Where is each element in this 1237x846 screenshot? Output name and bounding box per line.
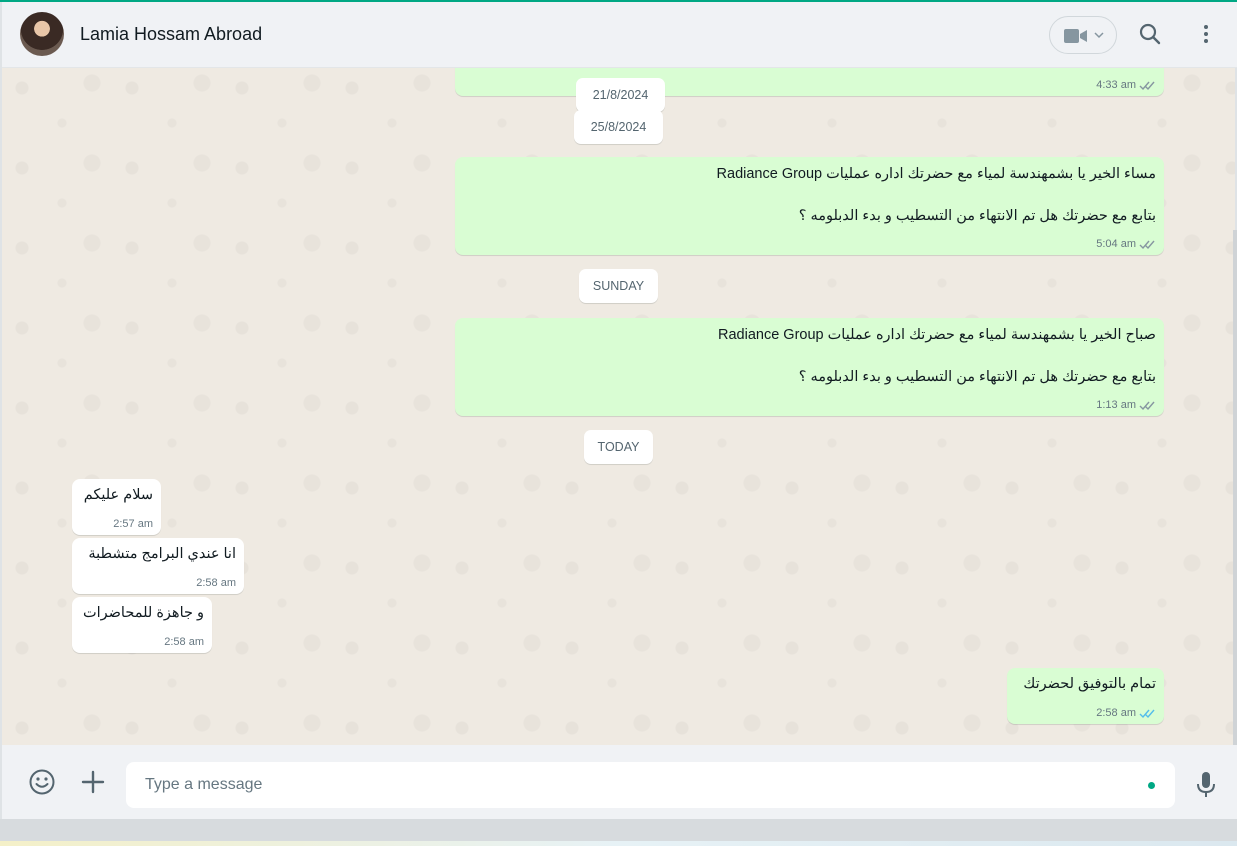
message-outgoing-partial[interactable]: 4:33 am — [455, 68, 1164, 96]
message-text: تمام بالتوفيق لحضرتك — [1023, 676, 1156, 692]
message-outgoing[interactable]: تمام بالتوفيق لحضرتك 2:58 am — [1007, 668, 1164, 724]
message-time: 5:04 am — [1096, 238, 1136, 250]
date-chip: 21/8/2024 — [576, 78, 665, 112]
message-incoming[interactable]: سلام عليكم 2:57 am — [72, 479, 161, 535]
chevron-down-icon — [1094, 32, 1104, 39]
message-meta: 2:58 am — [164, 636, 204, 648]
date-chip: SUNDAY — [579, 269, 658, 303]
message-outgoing[interactable]: صباح الخير يا بشمهندسة لمياء مع حضرتك اد… — [455, 318, 1164, 416]
window-bottom-edge — [0, 819, 1237, 846]
message-incoming[interactable]: و جاهزة للمحاضرات 2:58 am — [72, 597, 212, 653]
message-time: 1:13 am — [1096, 399, 1136, 411]
contact-avatar[interactable] — [20, 12, 64, 56]
date-chip: TODAY — [584, 430, 653, 464]
message-time: 2:58 am — [1096, 707, 1136, 719]
contact-name[interactable]: Lamia Hossam Abroad — [80, 24, 262, 45]
message-incoming[interactable]: انا عندي البرامج متشطبة 2:58 am — [72, 538, 244, 594]
message-meta: 4:33 am — [1096, 79, 1156, 91]
message-meta: 2:57 am — [113, 518, 153, 530]
chat-area[interactable]: 4:33 am 21/8/2024 25/8/2024 مساء الخير ي… — [2, 68, 1235, 745]
more-vert-icon[interactable] — [1194, 22, 1218, 46]
video-call-icon — [1064, 29, 1087, 43]
message-outgoing[interactable]: مساء الخير يا بشمهندسة لمياء مع حضرتك اد… — [455, 157, 1164, 255]
microphone-icon[interactable] — [1195, 771, 1217, 799]
message-text-line: مساء الخير يا بشمهندسة لمياء مع حضرتك اد… — [716, 166, 1156, 182]
read-ticks-icon — [1139, 81, 1155, 90]
message-text: انا عندي البرامج متشطبة — [88, 546, 236, 562]
video-call-button[interactable] — [1049, 16, 1117, 54]
message-text-line: بتابع مع حضرتك هل تم الانتهاء من التسطيب… — [798, 208, 1156, 224]
message-meta: 5:04 am — [1096, 238, 1156, 250]
message-text-line: صباح الخير يا بشمهندسة لمياء مع حضرتك اد… — [718, 327, 1156, 343]
message-meta: 2:58 am — [196, 577, 236, 589]
message-time: 2:57 am — [113, 518, 153, 530]
message-text: و جاهزة للمحاضرات — [82, 605, 204, 621]
input-status-dot — [1148, 782, 1155, 789]
message-text: سلام عليكم — [83, 487, 153, 503]
read-ticks-icon — [1139, 709, 1155, 718]
message-time: 2:58 am — [196, 577, 236, 589]
message-input[interactable] — [126, 762, 1175, 808]
composer-bar — [2, 745, 1237, 819]
delivered-ticks-icon — [1139, 401, 1155, 410]
delivered-ticks-icon — [1139, 240, 1155, 249]
attach-plus-icon[interactable] — [80, 769, 106, 795]
message-time: 4:33 am — [1096, 79, 1136, 91]
search-icon[interactable] — [1138, 22, 1162, 46]
message-meta: 1:13 am — [1096, 399, 1156, 411]
date-chip: 25/8/2024 — [574, 110, 663, 144]
message-text-line: بتابع مع حضرتك هل تم الانتهاء من التسطيب… — [798, 369, 1156, 385]
message-meta: 2:58 am — [1096, 707, 1156, 719]
chat-scrollbar[interactable] — [1233, 230, 1237, 745]
message-time: 2:58 am — [164, 636, 204, 648]
chat-header: Lamia Hossam Abroad — [2, 2, 1237, 68]
emoji-icon[interactable] — [28, 768, 56, 796]
